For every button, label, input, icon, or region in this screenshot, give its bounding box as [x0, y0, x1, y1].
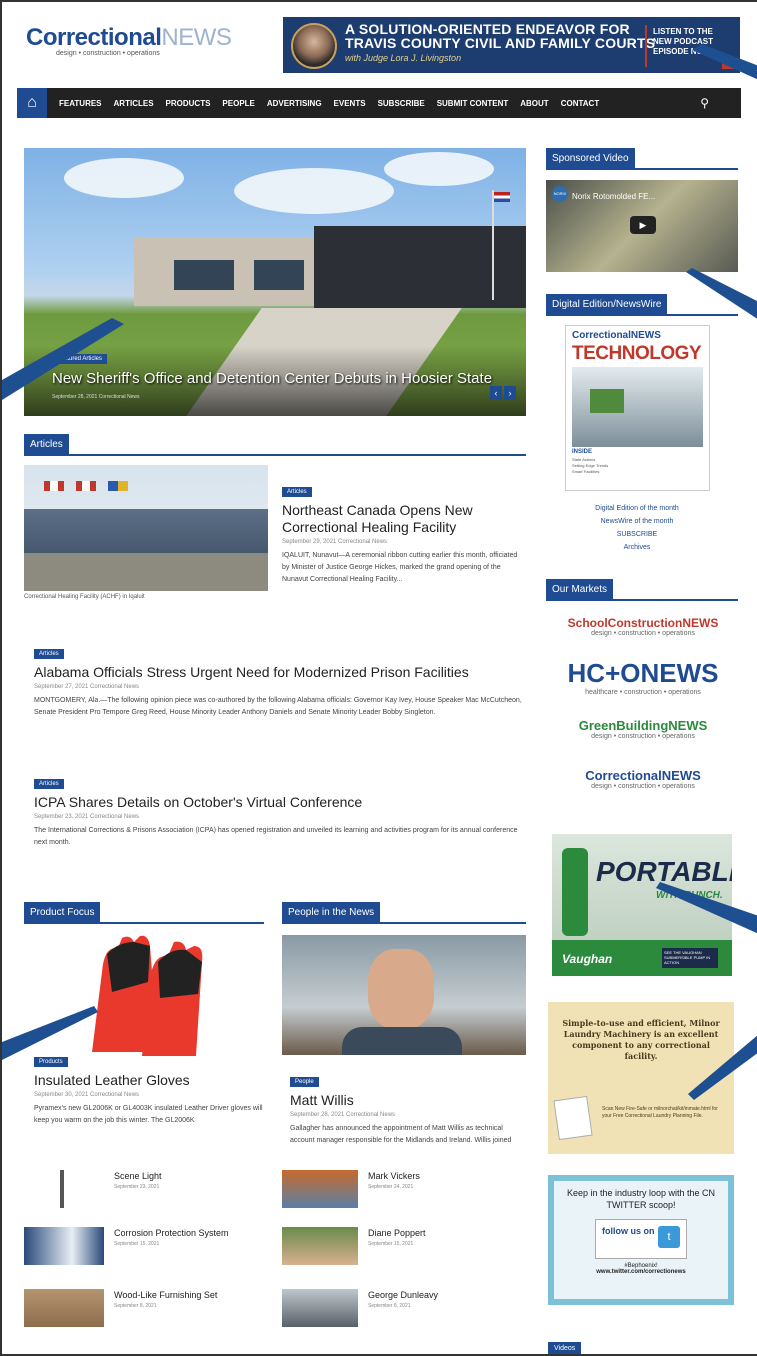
- arrow-callout: [656, 882, 757, 934]
- arrow-callout: [688, 1035, 757, 1100]
- arrow-callout: [692, 44, 757, 80]
- arrow-callout: [686, 268, 757, 319]
- arrow-callout: [2, 1006, 98, 1060]
- page-frame: CorrectionalNEWS design • construction •…: [0, 0, 757, 1356]
- annotation-arrows: [2, 44, 757, 1100]
- arrow-callout: [2, 318, 124, 400]
